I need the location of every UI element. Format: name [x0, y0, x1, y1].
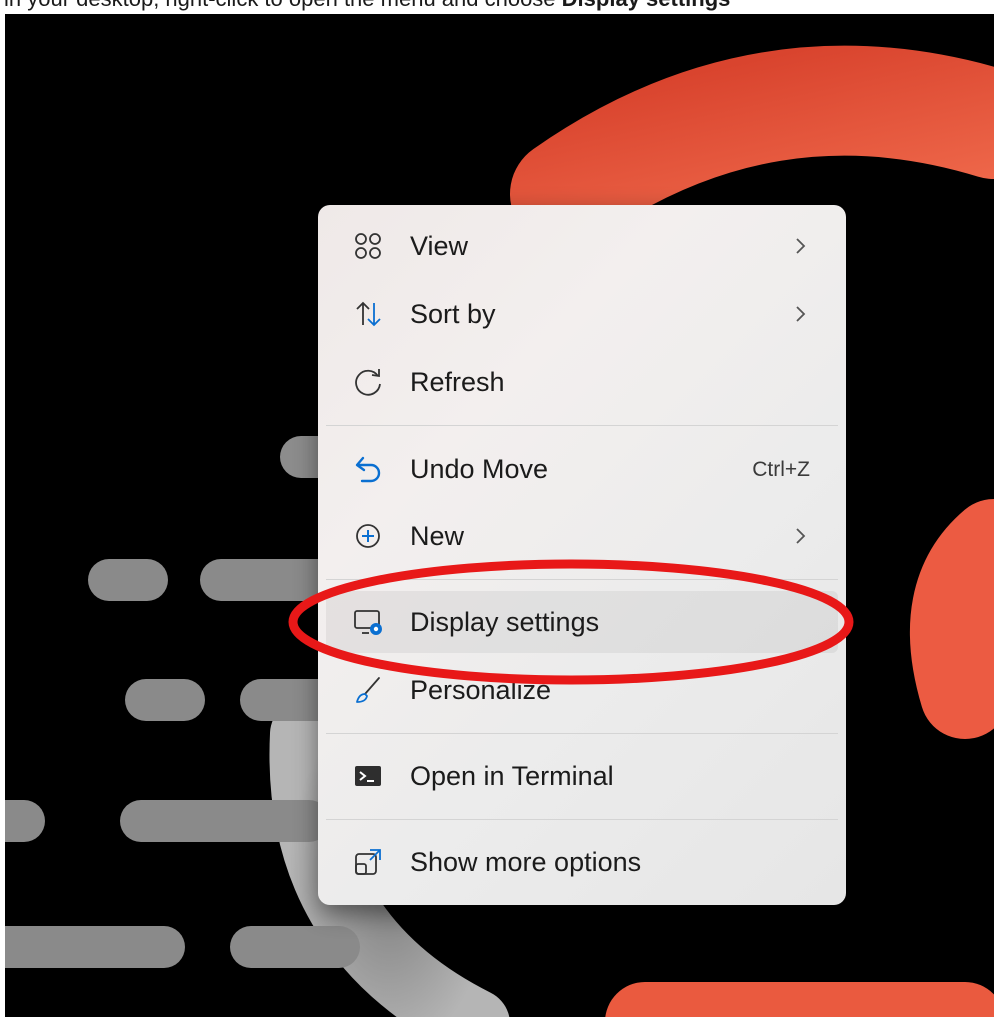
menu-item-undo-move[interactable]: Undo Move Ctrl+Z: [326, 438, 838, 500]
menu-item-display-settings[interactable]: Display settings: [326, 591, 838, 653]
sort-arrows-icon: [356, 301, 381, 327]
undo-icon: [355, 456, 381, 483]
menu-item-personalize[interactable]: Personalize: [326, 659, 838, 721]
instruction-text: in your desktop, right-click to open the…: [0, 0, 994, 14]
keyboard-shortcut: Ctrl+Z: [752, 458, 810, 481]
chevron-right-icon: [796, 528, 806, 544]
paintbrush-icon: [356, 677, 380, 703]
menu-separator: [326, 819, 838, 820]
menu-item-label: View: [410, 231, 469, 261]
refresh-icon: [355, 369, 381, 396]
menu-item-label: Refresh: [410, 367, 505, 397]
desktop-context-menu: View Sort by Refresh Undo Move Ctrl+Z Ne…: [318, 205, 846, 905]
add-circle-icon: [356, 524, 380, 548]
menu-separator: [326, 425, 838, 426]
menu-item-label: Open in Terminal: [410, 761, 614, 791]
grid-view-icon: [355, 233, 381, 259]
menu-separator: [326, 579, 838, 580]
screenshot: in your desktop, right-click to open the…: [0, 0, 994, 1017]
display-settings-icon: [354, 610, 382, 635]
instruction-emphasis: Display settings: [562, 0, 731, 11]
menu-item-label: Display settings: [410, 607, 600, 637]
menu-separator: [326, 733, 838, 734]
menu-item-label: Sort by: [410, 299, 496, 329]
menu-item-new[interactable]: New: [326, 505, 838, 567]
show-more-options-icon: [355, 849, 381, 875]
instruction-prefix: in your desktop, right-click to open the…: [4, 0, 562, 11]
chevron-right-icon: [796, 306, 806, 322]
menu-item-refresh[interactable]: Refresh: [326, 351, 838, 413]
menu-item-show-more-options[interactable]: Show more options: [326, 831, 838, 893]
terminal-icon: [355, 766, 381, 786]
menu-item-view[interactable]: View: [326, 215, 838, 277]
menu-item-label: Undo Move: [410, 454, 549, 484]
menu-item-label: Personalize: [410, 675, 552, 705]
chevron-right-icon: [796, 238, 806, 254]
menu-item-label: Show more options: [410, 847, 642, 877]
menu-item-label: New: [410, 521, 465, 551]
menu-item-sort-by[interactable]: Sort by: [326, 283, 838, 345]
menu-item-open-in-terminal[interactable]: Open in Terminal: [326, 745, 838, 807]
